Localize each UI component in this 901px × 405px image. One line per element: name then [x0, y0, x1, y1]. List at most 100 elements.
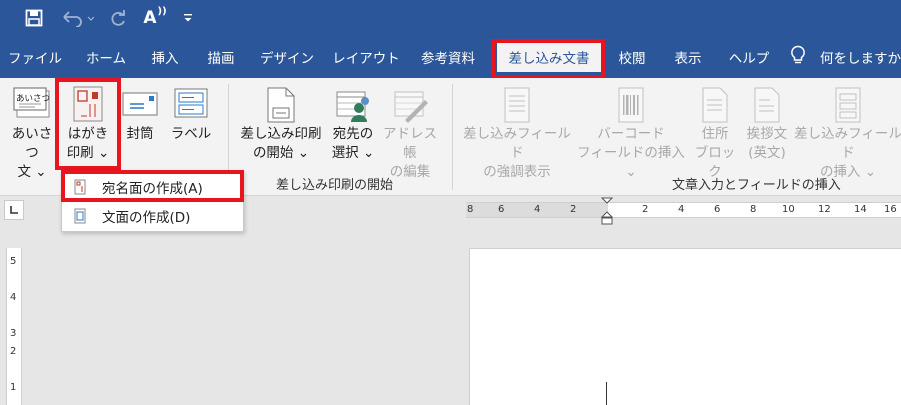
- ruler-label: 2: [570, 204, 577, 215]
- quick-access-toolbar: A)): [0, 0, 901, 36]
- hagaki-label-2: 印刷 ⌄: [66, 145, 110, 161]
- ruler-label: 12: [818, 204, 831, 215]
- recipients-label-1: 宛先の: [332, 126, 374, 142]
- ruler-label: 6: [714, 204, 721, 215]
- highlight-label-2: の強調表示: [483, 164, 551, 180]
- highlight-merge-fields-button[interactable]: 差し込みフィールド の強調表示: [458, 86, 576, 182]
- ribbon-tabs: ファイル ホーム 挿入 描画 デザイン レイアウト 参考資料 差し込み文書 校閲…: [0, 36, 901, 78]
- ruler-label: 1: [10, 382, 17, 393]
- tab-design[interactable]: デザイン: [254, 42, 320, 72]
- envelope-label: 封筒: [126, 126, 154, 142]
- hagaki-print-button[interactable]: はがき 印刷 ⌄: [60, 86, 116, 163]
- group-label-start-merge: 差し込み印刷の開始: [276, 178, 394, 193]
- ruler-label: 16: [884, 204, 897, 215]
- postcard-icon: [73, 86, 103, 122]
- barcode-label-1: バーコード: [597, 126, 665, 142]
- barcode-icon: [616, 86, 646, 124]
- create-address-side-label: 宛名面の作成(A): [102, 181, 203, 197]
- tab-review[interactable]: 校閲: [608, 42, 656, 72]
- barcode-field-button[interactable]: バーコード フィールドの挿入 ⌄: [572, 86, 690, 182]
- edit-list-label-1: アドレス帳: [383, 126, 437, 161]
- labels-icon: [172, 86, 210, 120]
- greeting-letter-icon: あいさつ: [13, 86, 51, 120]
- greeting-icon-text: あいさつ: [16, 94, 51, 104]
- insert-field-label-1: 差し込みフィールド: [794, 126, 901, 161]
- tab-file[interactable]: ファイル: [4, 42, 66, 72]
- undo-icon[interactable]: [56, 0, 100, 36]
- ruler-label: 4: [678, 204, 685, 215]
- lightbulb-icon: [790, 45, 806, 69]
- ruler-label: 5: [10, 256, 17, 267]
- ruler-label: 4: [10, 292, 17, 303]
- ruler-label: 10: [782, 204, 795, 215]
- tab-draw[interactable]: 描画: [198, 42, 244, 72]
- vertical-ruler[interactable]: 5 4 3 2 1: [6, 248, 22, 405]
- group-label-write-insert: 文章入力とフィールドの挿入: [672, 178, 841, 193]
- address-side-icon: [62, 179, 98, 195]
- indent-marker[interactable]: [600, 197, 614, 225]
- highlight-label-1: 差し込みフィールド: [463, 126, 571, 161]
- edit-recipient-list-button[interactable]: アドレス帳 の編集: [378, 86, 442, 182]
- horizontal-ruler[interactable]: 8 6 4 2 2 4 6 8 10 12 14 16: [466, 202, 901, 218]
- tab-stop-icon: [10, 206, 18, 214]
- tab-insert[interactable]: 挿入: [142, 42, 188, 72]
- ruler-label: 2: [642, 204, 649, 215]
- greeting-label-2: 文 ⌄: [17, 164, 47, 180]
- ruler-label: 4: [534, 204, 541, 215]
- start-mail-merge-button[interactable]: 差し込み印刷 の開始 ⌄: [236, 86, 326, 163]
- edit-list-label-2: の編集: [389, 164, 431, 180]
- greeting-line-icon: [752, 86, 782, 124]
- start-merge-label-2: の開始 ⌄: [252, 145, 310, 161]
- text-cursor: [606, 382, 607, 405]
- read-aloud-icon[interactable]: A)): [138, 0, 172, 36]
- hagaki-label-1: はがき: [67, 126, 109, 142]
- envelope-button[interactable]: 封筒: [118, 86, 162, 144]
- create-address-side-item[interactable]: 宛名面の作成(A): [62, 174, 243, 200]
- ruler-labels: 8 6 4 2 2 4 6 8 10 12 14 16: [466, 203, 901, 217]
- address-block-button[interactable]: 住所 ブロック: [690, 86, 740, 182]
- insert-merge-field-button[interactable]: 差し込みフィールド の挿入 ⌄: [792, 86, 901, 182]
- tab-mailings[interactable]: 差し込み文書: [497, 42, 601, 72]
- ruler-label: 2: [10, 346, 17, 357]
- tab-references[interactable]: 参考資料: [410, 42, 486, 72]
- tell-me-label: 何をしますか: [820, 51, 901, 67]
- tab-view[interactable]: 表示: [664, 42, 712, 72]
- create-body-side-item[interactable]: 文面の作成(D): [62, 203, 243, 229]
- ruler-label: 3: [10, 328, 17, 339]
- ruler-label: 6: [498, 204, 505, 215]
- ruler-label: 14: [854, 204, 867, 215]
- group-separator: [452, 84, 453, 190]
- start-merge-icon: [263, 86, 299, 124]
- hagaki-dropdown-menu: 宛名面の作成(A) 文面の作成(D): [61, 170, 244, 232]
- save-icon[interactable]: [20, 0, 48, 36]
- create-body-side-label: 文面の作成(D): [102, 210, 191, 226]
- select-recipients-button[interactable]: 宛先の 選択 ⌄: [326, 86, 380, 163]
- ruler-label: 8: [750, 204, 757, 215]
- greeting-line-label-1: 挨拶文: [746, 126, 788, 142]
- tab-home[interactable]: ホーム: [76, 42, 136, 72]
- recipients-label-2: 選択 ⌄: [331, 145, 375, 161]
- document-page[interactable]: [469, 248, 901, 405]
- highlight-fields-icon: [502, 86, 532, 124]
- edit-list-icon: [391, 86, 429, 124]
- greeting-label-1: あいさつ: [11, 126, 53, 161]
- insert-field-icon: [833, 86, 863, 124]
- labels-button[interactable]: ラベル: [166, 86, 216, 144]
- greeting-line-button[interactable]: 挨拶文 (英文): [738, 86, 796, 163]
- labels-label: ラベル: [170, 126, 212, 142]
- envelope-icon: [120, 86, 160, 120]
- address-block-icon: [700, 86, 730, 124]
- tell-me-box[interactable]: 何をしますか: [790, 42, 901, 72]
- redo-icon[interactable]: [104, 0, 132, 36]
- recipients-icon: [333, 86, 373, 124]
- start-merge-label-1: 差し込み印刷: [240, 126, 322, 142]
- body-side-icon: [62, 208, 98, 224]
- customize-qat-icon[interactable]: [178, 0, 198, 36]
- greeting-line-label-2: (英文): [748, 145, 786, 161]
- tab-selector[interactable]: [4, 200, 24, 220]
- tab-help[interactable]: ヘルプ: [720, 42, 778, 72]
- address-block-label-1: 住所: [701, 126, 729, 142]
- tab-layout[interactable]: レイアウト: [328, 42, 404, 72]
- ruler-label: 8: [467, 204, 474, 215]
- greeting-letter-button[interactable]: あいさつ あいさつ 文 ⌄: [6, 86, 58, 182]
